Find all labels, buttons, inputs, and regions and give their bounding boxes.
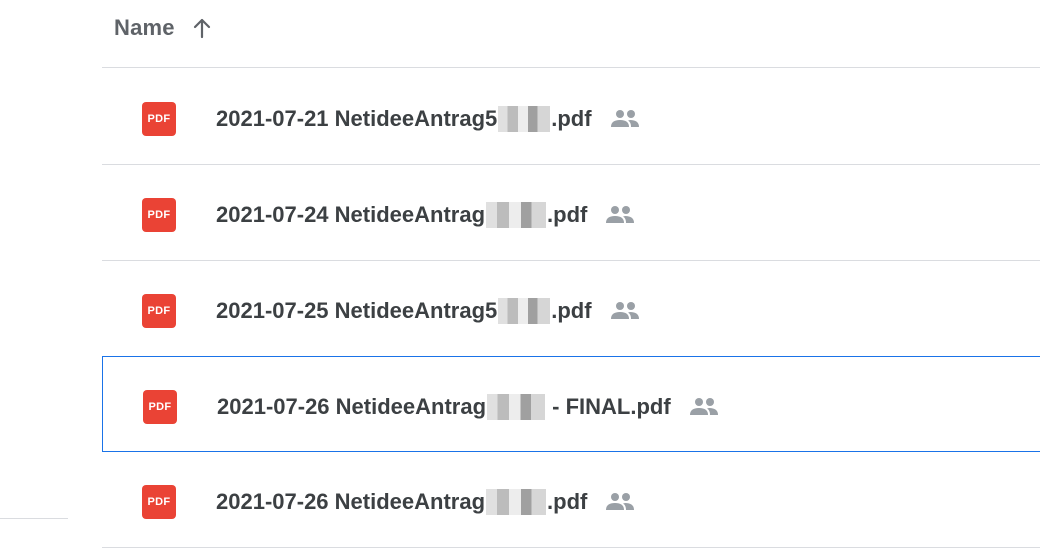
shared-people-icon	[687, 396, 721, 418]
file-name-wrap: 2021-07-24 NetideeAntrag .pdf	[216, 198, 637, 232]
file-name-wrap: 2021-07-25 NetideeAntrag5 .pdf	[216, 294, 642, 328]
file-row[interactable]: PDF 2021-07-26 NetideeAntrag .pdf	[102, 452, 1040, 548]
pdf-file-icon: PDF	[142, 198, 176, 232]
arrow-up-icon	[189, 15, 215, 41]
redacted-text	[487, 394, 546, 420]
file-name-prefix: 2021-07-26 NetideeAntrag	[217, 394, 487, 419]
shared-people-icon	[603, 204, 637, 226]
pdf-file-icon: PDF	[142, 485, 176, 519]
file-row[interactable]: PDF 2021-07-25 NetideeAntrag5 .pdf	[102, 261, 1040, 357]
file-name-wrap: 2021-07-26 NetideeAntrag .pdf	[216, 485, 637, 519]
file-row[interactable]: PDF 2021-07-24 NetideeAntrag .pdf	[102, 165, 1040, 261]
file-name-wrap: 2021-07-21 NetideeAntrag5 .pdf	[216, 102, 642, 136]
redacted-text	[498, 106, 551, 132]
redacted-text	[486, 489, 547, 515]
file-name-prefix: 2021-07-24 NetideeAntrag	[216, 202, 486, 227]
pdf-file-icon: PDF	[143, 390, 177, 424]
pdf-file-icon: PDF	[142, 102, 176, 136]
file-name-suffix: .pdf	[551, 298, 592, 323]
file-name-prefix: 2021-07-21 NetideeAntrag5	[216, 106, 498, 131]
pdf-file-icon: PDF	[142, 294, 176, 328]
list-header: Name	[102, 0, 1040, 68]
redacted-text	[486, 202, 547, 228]
file-browser: Name PDF 2021-07-21 NetideeAntrag5 .pdf	[0, 0, 1040, 554]
file-row-selected[interactable]: PDF 2021-07-26 NetideeAntrag - FINAL.pdf	[102, 356, 1040, 452]
file-name-suffix: - FINAL.pdf	[546, 394, 671, 419]
shared-people-icon	[608, 300, 642, 322]
file-name-suffix: .pdf	[547, 489, 588, 514]
shared-people-icon	[608, 108, 642, 130]
redacted-text	[498, 298, 551, 324]
file-row[interactable]: PDF 2021-07-21 NetideeAntrag5 .pdf	[102, 69, 1040, 165]
file-list: PDF 2021-07-21 NetideeAntrag5 .pdf PDF 2…	[102, 69, 1040, 548]
file-name-suffix: .pdf	[547, 202, 588, 227]
file-name-prefix: 2021-07-25 NetideeAntrag5	[216, 298, 498, 323]
sidebar-divider	[0, 518, 68, 519]
file-name-wrap: 2021-07-26 NetideeAntrag - FINAL.pdf	[217, 390, 721, 424]
shared-people-icon	[603, 491, 637, 513]
file-name-prefix: 2021-07-26 NetideeAntrag	[216, 489, 486, 514]
sort-label: Name	[114, 15, 175, 40]
sort-by-name-button[interactable]: Name	[114, 12, 215, 44]
file-name-suffix: .pdf	[551, 106, 592, 131]
